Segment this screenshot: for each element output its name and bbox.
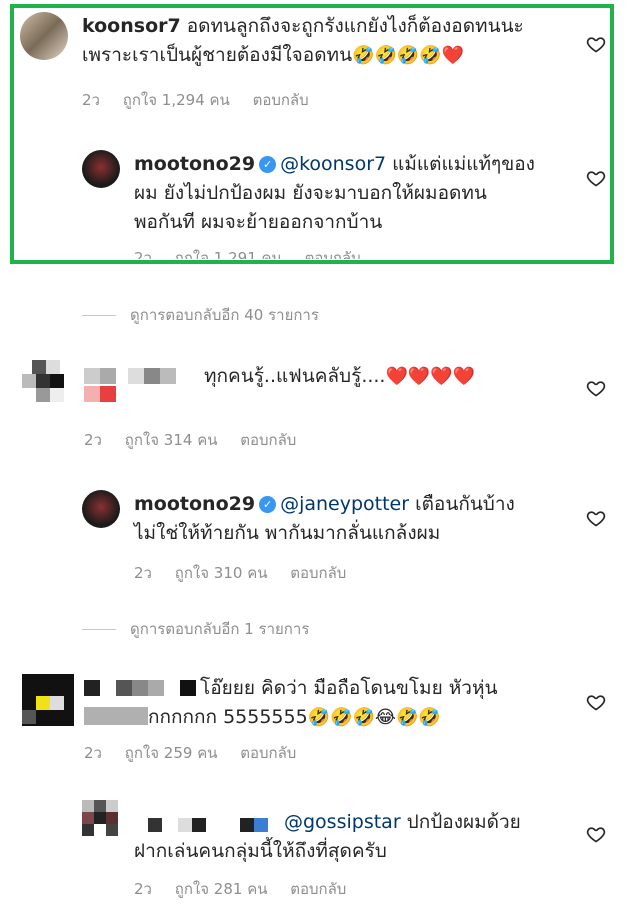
pixelated-username bbox=[84, 368, 194, 402]
comment-body-line2: กกกกกก 5555555 bbox=[148, 706, 308, 728]
heart-icon[interactable] bbox=[586, 168, 606, 188]
reply-text: mootono29 ✓ @koonsor7 แม้แต่แม่แท้ๆของ ผม … bbox=[134, 150, 564, 237]
reply-button[interactable]: ตอบกลับ bbox=[290, 564, 346, 582]
reply-body-line1: ปกป้องผมด้วย bbox=[400, 811, 521, 833]
reply-time: 2ว bbox=[134, 249, 152, 259]
comment-time: 2ว bbox=[82, 91, 100, 109]
reply-body-line3: พอกันที ผมจะย้ายออกจากบ้าน bbox=[134, 211, 383, 233]
comment-likes[interactable]: ถูกใจ 314 คน bbox=[125, 431, 218, 449]
heart-icon[interactable] bbox=[586, 692, 606, 712]
comment-time: 2ว bbox=[84, 431, 102, 449]
reply-body-line2: ไม่ใช่ให้ท้ายกัน พากันมากลั่นแกล้งผม bbox=[134, 522, 441, 544]
avatar[interactable] bbox=[22, 356, 74, 412]
avatar[interactable] bbox=[82, 800, 120, 838]
reply-username[interactable]: mootono29 bbox=[134, 493, 255, 515]
reply-button[interactable]: ตอบกลับ bbox=[253, 91, 309, 109]
reply-body-line1: เตือนกันบ้าง bbox=[409, 493, 515, 515]
comment-emoji: 🤣🤣🤣🤣❤️ bbox=[352, 45, 465, 66]
reply-button[interactable]: ตอบกลับ bbox=[240, 431, 296, 449]
reply-button[interactable]: ตอบกลับ bbox=[305, 249, 361, 259]
reply-likes[interactable]: ถูกใจ 281 คน bbox=[175, 880, 268, 898]
comment-likes[interactable]: ถูกใจ 1,294 คน bbox=[123, 91, 230, 109]
view-more-replies[interactable]: ดูการตอบกลับอีก 1 รายการ bbox=[82, 617, 309, 641]
avatar[interactable] bbox=[20, 12, 68, 60]
heart-icon[interactable] bbox=[586, 824, 606, 844]
reply-button[interactable]: ตอบกลับ bbox=[290, 880, 346, 898]
reply-likes[interactable]: ถูกใจ 310 คน bbox=[175, 564, 268, 582]
comment-text: โอ๊ยยย คิดว่า มือถือโดนขโมย หัวหุ่น กกกก… bbox=[84, 674, 564, 732]
comment-body: ทุกคนรู้..แฟนคลับรู้.... bbox=[204, 365, 386, 387]
verified-icon: ✓ bbox=[259, 496, 277, 513]
divider bbox=[82, 315, 116, 316]
avatar[interactable] bbox=[82, 150, 120, 188]
comment-text: koonsor7 อดทนลูกถึงจะถูกรังแกยังไงก็ต้อง… bbox=[82, 12, 562, 70]
reply-likes[interactable]: ถูกใจ 1,291 คน bbox=[175, 249, 282, 259]
view-more-replies[interactable]: ดูการตอบกลับอีก 40 รายการ bbox=[82, 303, 319, 327]
reply-body-line2: ผม ยังไม่ปกป้องผม ยังจะมาบอกให้ผมอดทน bbox=[134, 182, 487, 204]
reply-text: @gossipstar ปกป้องผมด้วย ฝากเล่นคนกลุ่มน… bbox=[134, 808, 564, 866]
reply-username[interactable]: mootono29 bbox=[134, 153, 255, 175]
heart-icon[interactable] bbox=[586, 378, 606, 398]
comment-meta: 2ว ถูกใจ 314 คน ตอบกลับ bbox=[84, 428, 314, 452]
avatar[interactable] bbox=[22, 674, 74, 726]
reply-meta: 2ว ถูกใจ 1,291 คน ตอบกลับ bbox=[134, 246, 379, 259]
mention-link[interactable]: @janeypotter bbox=[280, 493, 409, 515]
comment-emoji: ❤️❤️❤️❤️ bbox=[385, 366, 476, 387]
mention-link[interactable]: @gossipstar bbox=[284, 811, 401, 833]
reply-body-line2: ฝากเล่นคนกลุ่มนี้ให้ถึงที่สุดครับ bbox=[134, 840, 387, 862]
comment-text: ทุกคนรู้..แฟนคลับรู้....❤️❤️❤️❤️ bbox=[204, 362, 564, 391]
heart-icon[interactable] bbox=[586, 508, 606, 528]
comment-meta: 2ว ถูกใจ 259 คน ตอบกลับ bbox=[84, 741, 314, 765]
verified-icon: ✓ bbox=[259, 156, 277, 173]
mention-link[interactable]: @koonsor7 bbox=[280, 153, 386, 175]
heart-icon[interactable] bbox=[586, 34, 606, 54]
reply-meta: 2ว ถูกใจ 310 คน ตอบกลับ bbox=[134, 561, 364, 585]
reply-body-line1: แม้แต่แม่แท้ๆของ bbox=[386, 153, 535, 175]
comment-emoji: 🤣🤣🤣😂🤣🤣 bbox=[307, 707, 441, 728]
view-more-label[interactable]: ดูการตอบกลับอีก 40 รายการ bbox=[130, 306, 319, 324]
comment-likes[interactable]: ถูกใจ 259 คน bbox=[125, 744, 218, 762]
reply-time: 2ว bbox=[134, 880, 152, 898]
comment-username[interactable]: koonsor7 bbox=[82, 15, 181, 37]
comment-meta: 2ว ถูกใจ 1,294 คน ตอบกลับ bbox=[82, 88, 327, 112]
reply-time: 2ว bbox=[134, 564, 152, 582]
reply-text: mootono29 ✓ @janeypotter เตือนกันบ้าง ไม่ใ… bbox=[134, 490, 564, 548]
view-more-label[interactable]: ดูการตอบกลับอีก 1 รายการ bbox=[130, 620, 309, 638]
avatar[interactable] bbox=[82, 490, 120, 528]
reply-button[interactable]: ตอบกลับ bbox=[240, 744, 296, 762]
reply-meta: 2ว ถูกใจ 281 คน ตอบกลับ bbox=[134, 877, 364, 901]
divider bbox=[82, 629, 116, 630]
comment-time: 2ว bbox=[84, 744, 102, 762]
comment-body-line1: โอ๊ยยย คิดว่า มือถือโดนขโมย หัวหุ่น bbox=[200, 677, 498, 699]
